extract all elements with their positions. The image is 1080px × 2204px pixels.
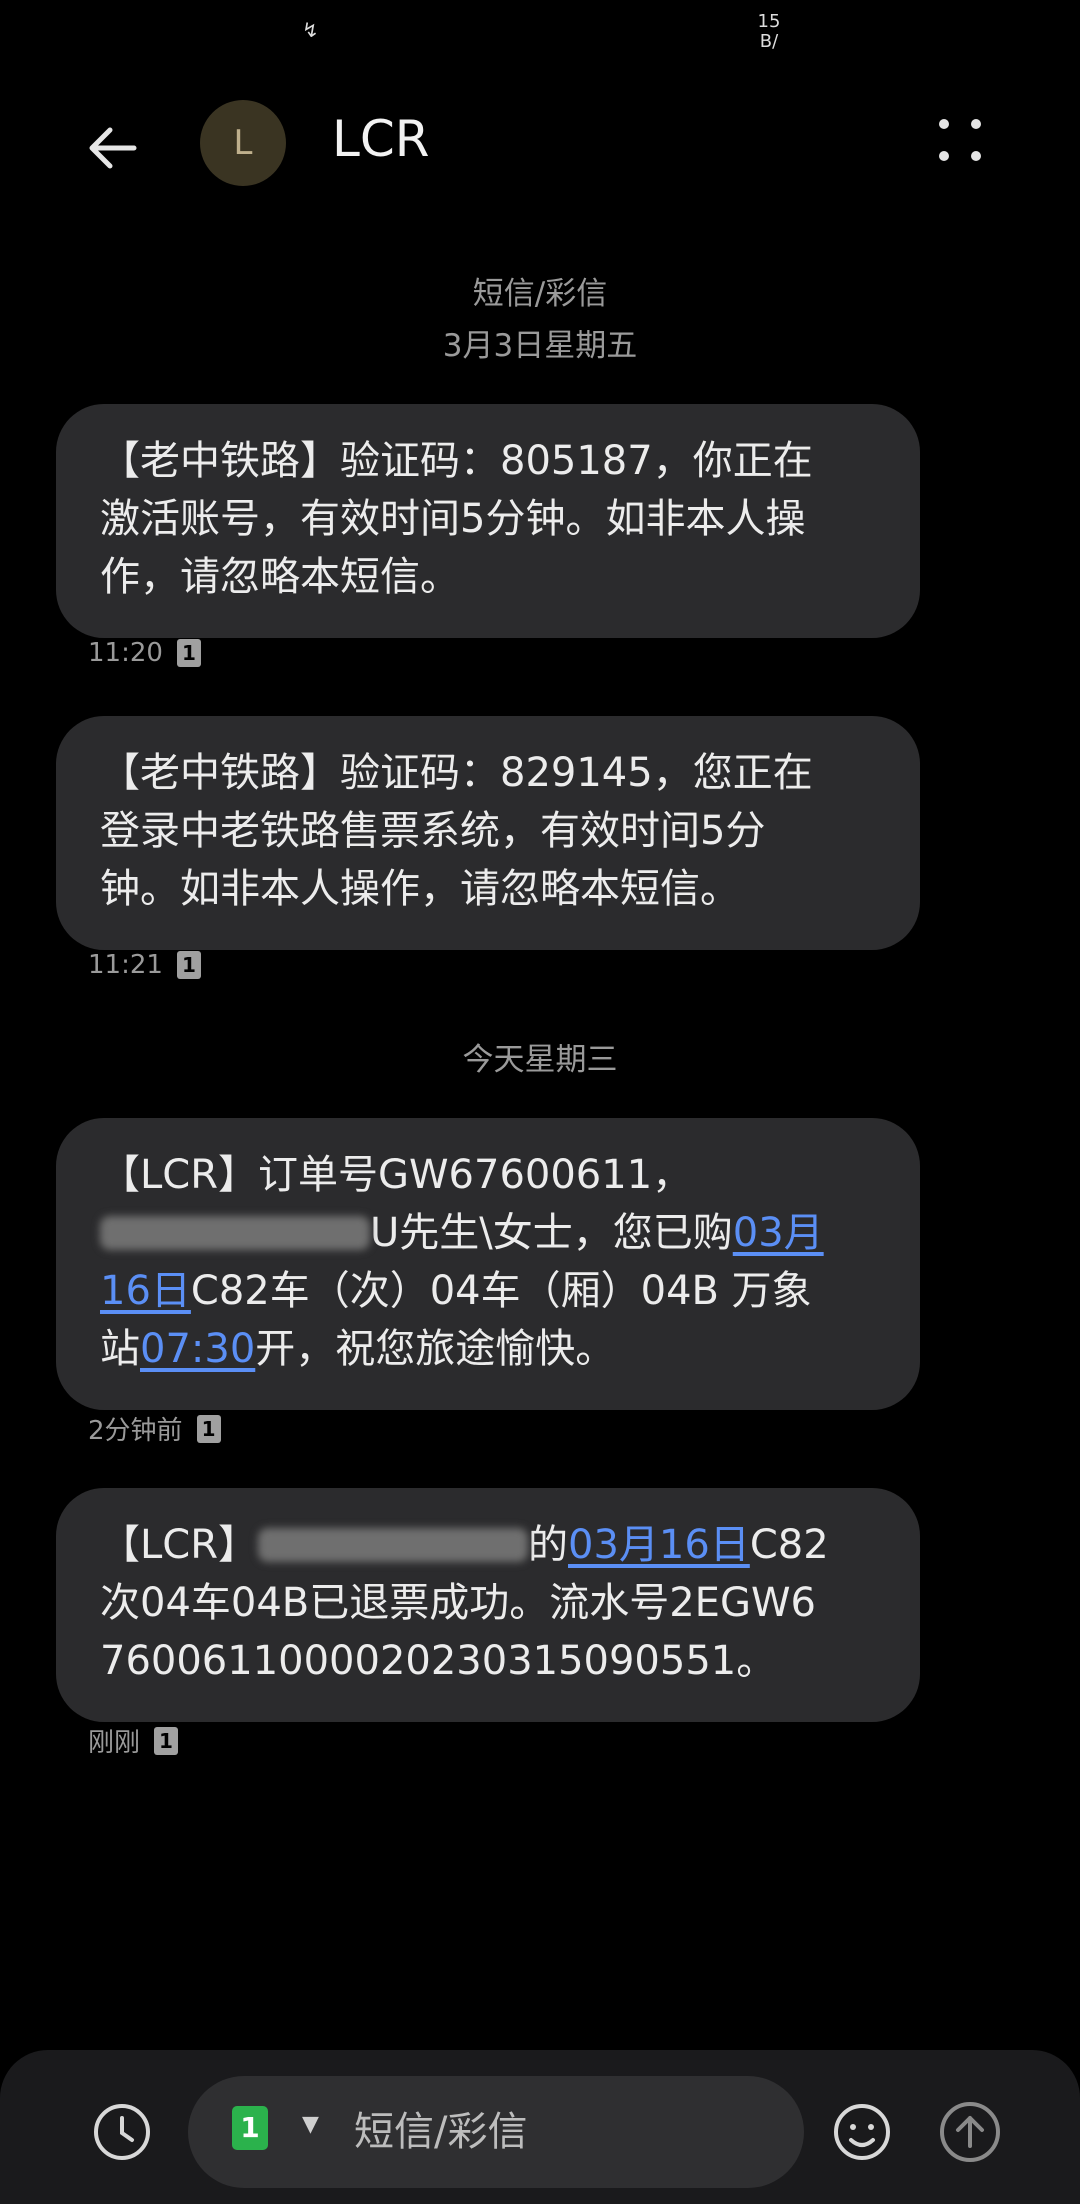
message-line: 【LCR】 的03月16日C82 xyxy=(100,1516,880,1574)
more-options-button[interactable] xyxy=(930,110,990,170)
message-time: 刚刚 xyxy=(88,1728,141,1758)
chevron-down-icon[interactable]: ▼ xyxy=(302,2112,319,2137)
date-link[interactable]: 03月16日 xyxy=(568,1522,750,1568)
message-line: 次04车04B已退票成功。流水号2EGW6 xyxy=(100,1580,816,1626)
message-bubble[interactable]: 【LCR】 的03月16日C82 次04车04B已退票成功。流水号2EGW6 76… xyxy=(56,1488,920,1722)
message-line: 钟。如非本人操作，请忽略本短信。 xyxy=(100,866,740,912)
send-icon xyxy=(940,2102,1000,2162)
message-line: 站07:30开，祝您旅途愉快。 xyxy=(100,1320,880,1378)
sim-badge: 1 xyxy=(196,1414,221,1443)
message-meta: 11:21 1 xyxy=(88,950,201,980)
network-speed: 15 B/ xyxy=(752,12,786,52)
message-text: 站 xyxy=(100,1326,140,1372)
date-link[interactable]: 03月 xyxy=(733,1210,824,1256)
notification-icon: ↯ xyxy=(302,18,319,42)
network-speed-unit: B/ xyxy=(759,31,779,52)
date-link[interactable]: 16日 xyxy=(100,1268,191,1314)
message-type-label: 短信/彩信 xyxy=(472,276,608,312)
message-meta: 刚刚 1 xyxy=(88,1722,179,1759)
avatar[interactable]: L xyxy=(200,100,286,186)
sim-selector-badge[interactable]: 1 xyxy=(232,2106,268,2150)
sim-badge: 1 xyxy=(154,1726,179,1755)
message-line: 【LCR】订单号GW67600611， xyxy=(100,1152,693,1198)
message-line: 【老中铁路】验证码：829145，您正在 xyxy=(100,750,813,796)
message-line: U先生\女士，您已购03月 xyxy=(100,1204,880,1262)
time-link[interactable]: 07:30 xyxy=(140,1326,255,1372)
redacted-name xyxy=(100,1216,370,1250)
message-text: C82车（次）04车（厢）04B 万象 xyxy=(190,1268,812,1314)
back-button[interactable] xyxy=(82,116,162,196)
schedule-clock-icon xyxy=(94,2104,150,2160)
network-speed-value: 15 xyxy=(757,11,781,32)
message-time: 11:20 xyxy=(88,638,163,668)
sim-badge: 1 xyxy=(176,951,201,979)
contact-name[interactable]: LCR xyxy=(332,110,430,168)
message-text: 的 xyxy=(528,1522,569,1568)
composer-bar: 1 ▼ xyxy=(0,2050,1080,2204)
emoji-button[interactable] xyxy=(826,2096,898,2168)
schedule-button[interactable] xyxy=(86,2096,158,2168)
message-line: 作，请忽略本短信。 xyxy=(100,554,460,600)
message-meta: 11:20 1 xyxy=(88,638,201,668)
message-bubble[interactable]: 【LCR】订单号GW67600611， U先生\女士，您已购03月 16日C82… xyxy=(56,1118,920,1410)
emoji-icon xyxy=(834,2104,890,2160)
date-header: 3月3日星期五 xyxy=(442,328,638,364)
redacted-name xyxy=(258,1528,529,1562)
status-bar: ↯ 15 B/ xyxy=(0,0,1080,60)
conversation-header: L LCR xyxy=(0,80,1080,210)
message-text: C82 xyxy=(749,1522,829,1568)
message-line: 【老中铁路】验证码：805187，你正在 xyxy=(100,438,813,484)
message-text: 开，祝您旅途愉快。 xyxy=(255,1326,616,1372)
date-header: 今天星期三 xyxy=(462,1042,618,1078)
message-text: 【LCR】 xyxy=(100,1522,259,1568)
message-line: 16日C82车（次）04车（厢）04B 万象 xyxy=(100,1262,880,1320)
message-line: 登录中老铁路售票系统，有效时间5分 xyxy=(100,808,766,854)
message-input[interactable] xyxy=(352,2096,776,2168)
message-bubble[interactable]: 【老中铁路】验证码：829145，您正在 登录中老铁路售票系统，有效时间5分 钟… xyxy=(56,716,920,950)
sim-badge: 1 xyxy=(176,639,201,667)
message-time: 2分钟前 xyxy=(88,1416,183,1446)
send-button[interactable] xyxy=(934,2096,1006,2168)
message-text: U先生\女士，您已购 xyxy=(370,1210,733,1256)
message-input-container[interactable]: 1 ▼ xyxy=(188,2076,804,2188)
message-meta: 2分钟前 1 xyxy=(88,1410,221,1447)
message-line: 激活账号，有效时间5分钟。如非本人操 xyxy=(100,496,806,542)
message-line: 76006110000202303150905​51。 xyxy=(100,1638,777,1684)
more-dots-icon xyxy=(939,119,981,161)
back-arrow-icon xyxy=(89,127,137,169)
message-bubble[interactable]: 【老中铁路】验证码：805187，你正在 激活账号，有效时间5分钟。如非本人操 … xyxy=(56,404,920,638)
message-time: 11:21 xyxy=(88,950,163,980)
